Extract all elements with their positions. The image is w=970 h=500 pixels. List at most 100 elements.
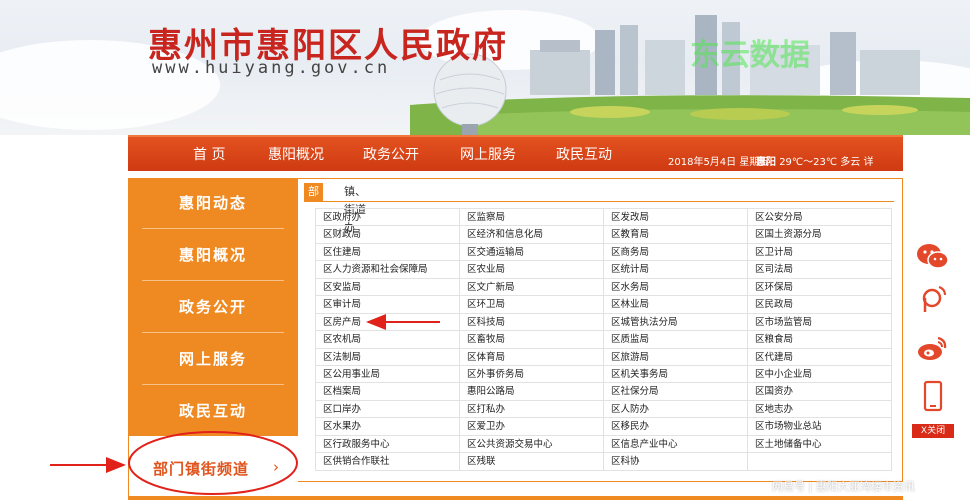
table-row: 区房产局 区科技局 区城管执法分局 区市场监管局 [316,313,892,332]
department-link[interactable]: 区农机局 [316,331,460,349]
department-link[interactable]: 区安监局 [316,278,460,297]
left-menu: 惠阳动态 惠阳概况 政务公开 网上服务 政民互动 部门镇街频道 › [128,178,299,500]
nav-item-overview[interactable]: 惠阳概况 [268,144,324,164]
department-link[interactable]: 区房产局 [316,313,460,332]
table-row: 区档案局 惠阳公路局 区社保分局 区国资办 [316,383,892,401]
department-link[interactable]: 区粮食局 [748,331,892,349]
watermark-text: 东云数据 [690,38,810,73]
department-link[interactable]: 区民政局 [748,296,892,314]
department-link[interactable]: 区机关事务局 [604,365,748,384]
close-sidebar-button[interactable]: X关闭 [912,424,954,438]
table-row: 区安监局 区文广新局 区水务局 区环保局 [316,278,892,297]
nav-date: 2018年5月4日 星期五 [668,157,770,168]
department-link[interactable]: 区地志办 [748,400,892,419]
nav-weather[interactable]: 惠阳 29℃～23℃ 多云 详 [756,153,873,168]
department-link[interactable]: 区农业局 [460,261,604,279]
department-link[interactable]: 区经济和信息化局 [460,226,604,244]
menu-item-affairs[interactable]: 政务公开 [142,282,284,333]
department-link[interactable]: 区国土资源分局 [748,226,892,244]
department-link[interactable]: 区国资办 [748,383,892,401]
nav-item-interaction[interactable]: 政民互动 [556,144,612,164]
weather-text: 29℃～23℃ 多云 详 [779,157,874,168]
department-link[interactable]: 区口岸办 [316,400,460,419]
site-url: www.huiyang.gov.cn [152,58,391,78]
department-link[interactable]: 惠阳公路局 [460,383,604,401]
department-link[interactable]: 区质监局 [604,331,748,349]
department-link[interactable]: 区供销合作联社 [316,453,460,471]
department-link[interactable]: 区人防办 [604,400,748,419]
department-link[interactable]: 区爱卫办 [460,418,604,436]
department-link[interactable]: 区体育局 [460,348,604,366]
table-row: 区行政服务中心 区公共资源交易中心 区信息产业中心 区土地储备中心 [316,435,892,454]
department-link[interactable]: 区畜牧局 [460,331,604,349]
department-link[interactable]: 区城管执法分局 [604,313,748,332]
department-link[interactable]: 区环保局 [748,278,892,297]
department-link[interactable]: 区行政服务中心 [316,435,460,454]
table-row: 区审计局 区环卫局 区林业局 区民政局 [316,296,892,314]
department-link [748,453,892,471]
department-link[interactable]: 区卫计局 [748,243,892,262]
table-row: 区财政局 区经济和信息化局 区教育局 区国土资源分局 [316,226,892,244]
department-link[interactable]: 区监察局 [460,209,604,227]
menu-item-interaction[interactable]: 政民互动 [142,386,284,437]
department-link[interactable]: 区水果办 [316,418,460,436]
footer-accent-line [128,496,903,500]
department-link[interactable]: 区林业局 [604,296,748,314]
department-link[interactable]: 区法制局 [316,348,460,366]
department-link[interactable]: 区水务局 [604,278,748,297]
department-link[interactable]: 区公用事业局 [316,365,460,384]
tab-towns[interactable]: 镇、街道办 [340,183,370,234]
nav-item-affairs[interactable]: 政务公开 [363,144,419,164]
department-link[interactable]: 区教育局 [604,226,748,244]
department-link[interactable]: 区外事侨务局 [460,365,604,384]
department-link[interactable]: 区发改局 [604,209,748,227]
department-link[interactable]: 区土地储备中心 [748,435,892,454]
department-link[interactable]: 区移民办 [604,418,748,436]
nav-item-home[interactable]: 首 页 [193,144,225,164]
department-link[interactable]: 区住建局 [316,243,460,262]
department-link[interactable]: 区打私办 [460,400,604,419]
department-link[interactable]: 区司法局 [748,261,892,279]
department-link[interactable]: 区文广新局 [460,278,604,297]
menu-item-department-channel[interactable]: 部门镇街频道 › [128,436,299,500]
menu-item-overview[interactable]: 惠阳概况 [142,230,284,281]
department-link[interactable]: 区政府办 [316,209,460,227]
department-link[interactable]: 区市场物业总站 [748,418,892,436]
department-link[interactable]: 区科技局 [460,313,604,332]
weibo-p-icon[interactable] [912,278,954,320]
table-row: 区法制局 区体育局 区旅游局 区代建局 [316,348,892,366]
department-link[interactable]: 区科协 [604,453,748,471]
department-link[interactable]: 区档案局 [316,383,460,401]
department-link[interactable]: 区交通运输局 [460,243,604,262]
department-link[interactable]: 区旅游局 [604,348,748,366]
weibo-icon[interactable] [912,328,954,370]
wechat-icon[interactable] [912,236,954,278]
menu-item-services[interactable]: 网上服务 [142,334,284,385]
department-link[interactable]: 区公共资源交易中心 [460,435,604,454]
department-link[interactable]: 区市场监管局 [748,313,892,332]
weather-place: 惠阳 [756,157,776,168]
department-link[interactable]: 区人力资源和社会保障局 [316,261,460,279]
menu-item-dynamics[interactable]: 惠阳动态 [142,178,284,229]
department-link[interactable]: 区环卫局 [460,296,604,314]
table-row: 区人力资源和社会保障局 区农业局 区统计局 区司法局 [316,261,892,279]
header-banner: 惠州市惠阳区人民政府 www.huiyang.gov.cn 东云数据 [0,0,970,135]
tab-divider [304,201,894,202]
department-link[interactable]: 区中小企业局 [748,365,892,384]
mobile-icon[interactable] [912,376,954,418]
table-row: 区口岸办 区打私办 区人防办 区地志办 [316,400,892,419]
department-link[interactable]: 区统计局 [604,261,748,279]
department-link[interactable]: 区商务局 [604,243,748,262]
nav-item-services[interactable]: 网上服务 [460,144,516,164]
department-link[interactable]: 区审计局 [316,296,460,314]
department-link[interactable]: 区财政局 [316,226,460,244]
table-row: 区住建局 区交通运输局 区商务局 区卫计局 [316,243,892,262]
department-link[interactable]: 区残联 [460,453,604,471]
department-link[interactable]: 区社保分局 [604,383,748,401]
chevron-right-icon: › [273,458,279,476]
department-link[interactable]: 区公安分局 [748,209,892,227]
department-link[interactable]: 区信息产业中心 [604,435,748,454]
department-link[interactable]: 区代建局 [748,348,892,366]
table-row: 区公用事业局 区外事侨务局 区机关事务局 区中小企业局 [316,365,892,384]
tab-departments[interactable]: 部门 [304,183,323,216]
